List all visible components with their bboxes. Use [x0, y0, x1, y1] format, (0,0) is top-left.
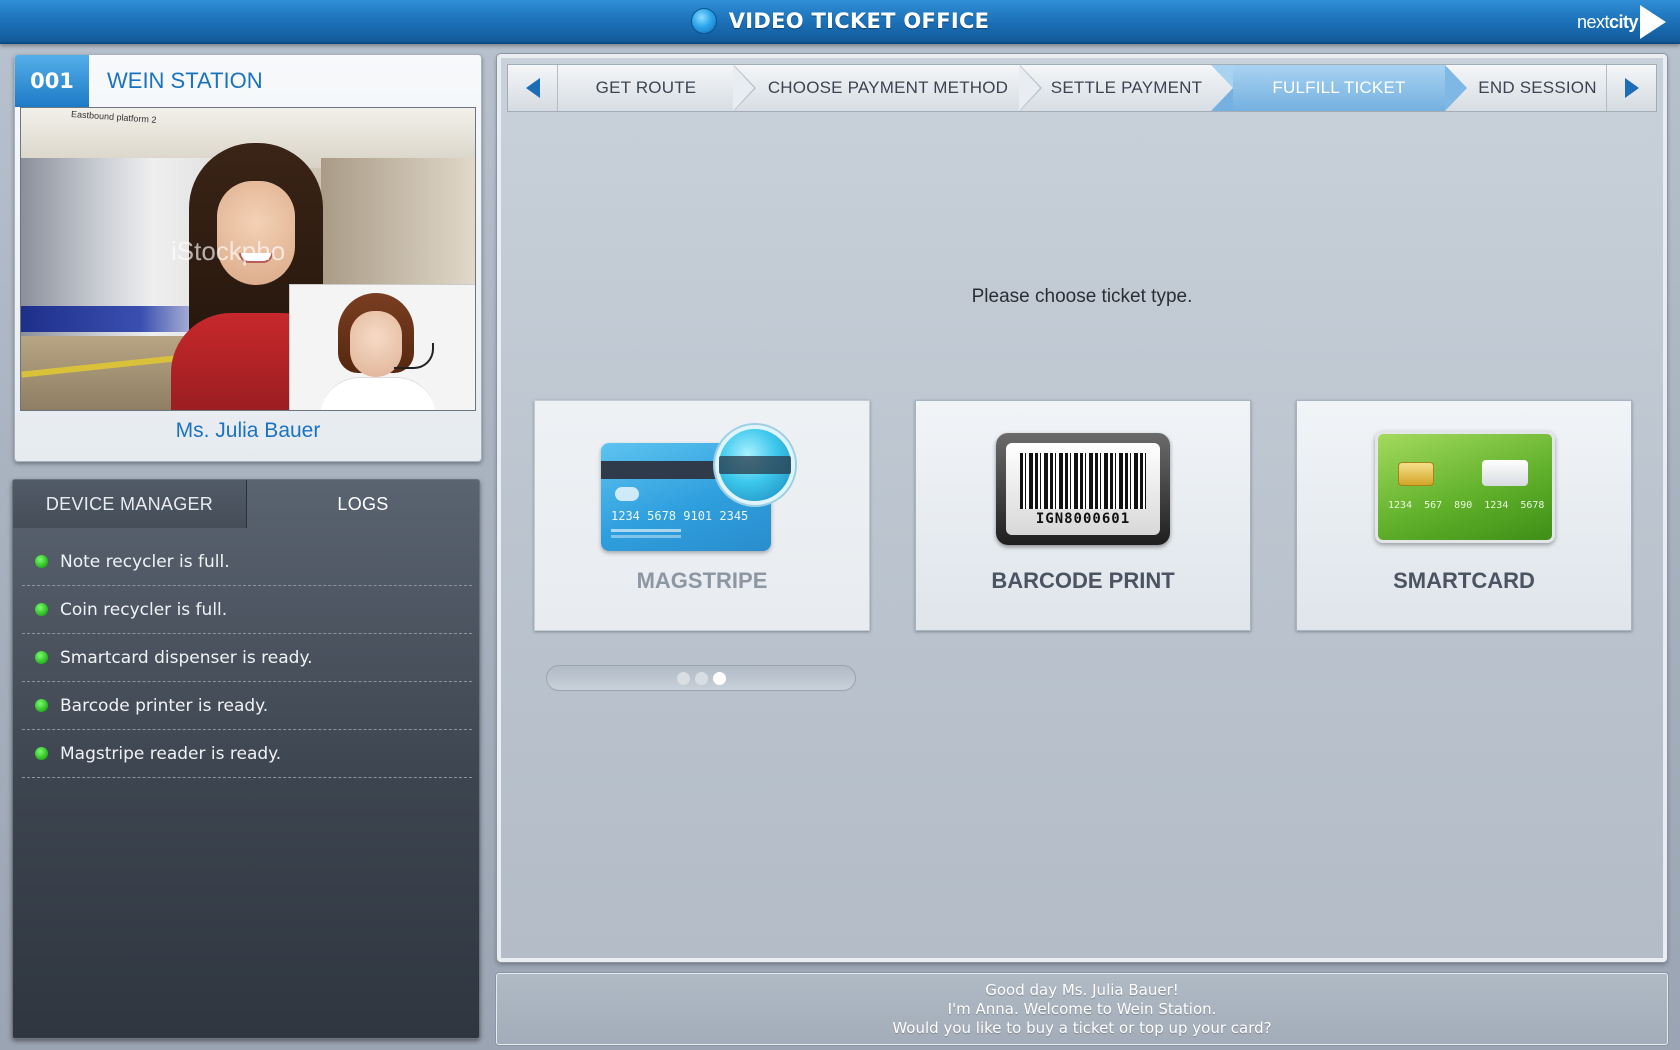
chip-icon	[1398, 462, 1434, 486]
log-text: Magstripe reader is ready.	[60, 743, 282, 764]
log-item: Smartcard dispenser is ready.	[22, 634, 472, 682]
status-ok-icon	[35, 699, 48, 712]
workflow-stepper: GET ROUTE CHOOSE PAYMENT METHOD SETTLE P…	[507, 64, 1657, 112]
step-get-route[interactable]: GET ROUTE	[558, 65, 734, 111]
log-item: Note recycler is full.	[22, 538, 472, 586]
device-tabs: DEVICE MANAGER LOGS	[13, 480, 479, 528]
step-choose-payment-method[interactable]: CHOOSE PAYMENT METHOD	[756, 65, 1020, 111]
step-end-session[interactable]: END SESSION	[1467, 65, 1608, 111]
logo-arrow-icon	[1640, 5, 1666, 39]
magstripe-option-button[interactable]: 1234 5678 9101 2345 MAGSTRIPE	[534, 400, 870, 631]
stepper-prev-button[interactable]	[508, 65, 558, 111]
agent-body	[320, 377, 436, 410]
active-step-tail	[1211, 65, 1233, 111]
video-watermark: iStockpho	[171, 236, 286, 266]
log-text: Barcode printer is ready.	[60, 695, 269, 716]
ticket-type-prompt: Please choose ticket type.	[971, 286, 1193, 307]
customer-video-feed: Eastbound platform 2 iStockpho	[20, 107, 476, 411]
pager-dot[interactable]	[676, 671, 690, 685]
station-panel: 001 WEIN STATION Eastbound platform 2 iS…	[14, 54, 482, 462]
status-ok-icon	[35, 651, 48, 664]
log-text: Coin recycler is full.	[60, 599, 228, 620]
magstripe-label: MAGSTRIPE	[636, 568, 768, 593]
main-panel: GET ROUTE CHOOSE PAYMENT METHOD SETTLE P…	[497, 54, 1667, 962]
arrow-right-icon	[1624, 78, 1639, 98]
log-item: Barcode printer is ready.	[22, 682, 472, 730]
barcode-bars	[1020, 453, 1146, 509]
log-text: Note recycler is full.	[60, 551, 230, 572]
tab-device-manager[interactable]: DEVICE MANAGER	[13, 480, 247, 528]
barcode-code: IGN8000601	[1035, 511, 1131, 527]
device-panel: DEVICE MANAGER LOGS Note recycler is ful…	[12, 479, 480, 1039]
barcode-ticket-icon: IGN8000601	[996, 433, 1170, 545]
smartcard-option-button[interactable]: 1234 567 890 1234 5678 SMARTCARD	[1296, 400, 1632, 631]
active-step-tip	[1445, 65, 1467, 111]
card-number: 1234 5678 9101 2345	[611, 509, 749, 523]
agent-name: Ms. Julia Bauer	[175, 419, 321, 442]
headset-icon	[394, 343, 434, 369]
station-header: 001 WEIN STATION	[15, 55, 481, 107]
step-settle-payment[interactable]: SETTLE PAYMENT	[1042, 65, 1211, 111]
top-bar: VIDEO TICKET OFFICE nextcity	[0, 0, 1680, 44]
agent-video-pip	[289, 284, 475, 410]
log-text: Smartcard dispenser is ready.	[60, 647, 313, 668]
carousel-pager	[546, 665, 856, 691]
station-name: WEIN STATION	[107, 68, 263, 93]
message-line: Would you like to buy a ticket or top up…	[892, 1018, 1272, 1037]
step-separator-inner	[1019, 65, 1040, 111]
step-fulfill-ticket[interactable]: FULFILL TICKET	[1233, 65, 1445, 111]
message-line: Good day Ms. Julia Bauer!	[985, 980, 1179, 999]
barcode-print-label: BARCODE PRINT	[991, 568, 1175, 593]
station-number: 001	[15, 55, 89, 107]
card-lines	[611, 529, 681, 532]
magnified-stripe	[719, 456, 791, 474]
agent-message-bar: Good day Ms. Julia Bauer! I'm Anna. Welc…	[496, 973, 1668, 1045]
step-separator-inner	[733, 65, 754, 111]
log-item: Magstripe reader is ready.	[22, 730, 472, 778]
status-ok-icon	[35, 555, 48, 568]
customer-face	[217, 181, 295, 285]
title-wrap: VIDEO TICKET OFFICE	[0, 0, 1680, 42]
log-item: Coin recycler is full.	[22, 586, 472, 634]
app-orb-icon	[690, 8, 717, 34]
card-number: 1234 567 890 1234 5678	[1388, 500, 1545, 511]
tab-logs[interactable]: LOGS	[247, 480, 479, 528]
pager-dot[interactable]	[694, 671, 708, 685]
smartcard-label: SMARTCARD	[1393, 568, 1535, 593]
stepper-next-button[interactable]	[1606, 65, 1656, 111]
contactless-icon	[1482, 460, 1528, 486]
logo-text: nextcity	[1576, 11, 1639, 32]
arrow-left-icon	[525, 78, 540, 98]
status-ok-icon	[35, 603, 48, 616]
pager-dot-active[interactable]	[712, 671, 726, 685]
card-logo-icon	[615, 487, 639, 501]
status-ok-icon	[35, 747, 48, 760]
message-line: I'm Anna. Welcome to Wein Station.	[947, 999, 1217, 1018]
smartcard-icon: 1234 567 890 1234 5678	[1375, 431, 1555, 543]
nextcity-logo: nextcity	[1577, 4, 1666, 40]
log-list: Note recycler is full. Coin recycler is …	[22, 538, 472, 778]
app-title: VIDEO TICKET OFFICE	[728, 9, 990, 33]
barcode-print-option-button[interactable]: IGN8000601 BARCODE PRINT	[915, 400, 1251, 631]
barcode-inner: IGN8000601	[1006, 443, 1160, 535]
